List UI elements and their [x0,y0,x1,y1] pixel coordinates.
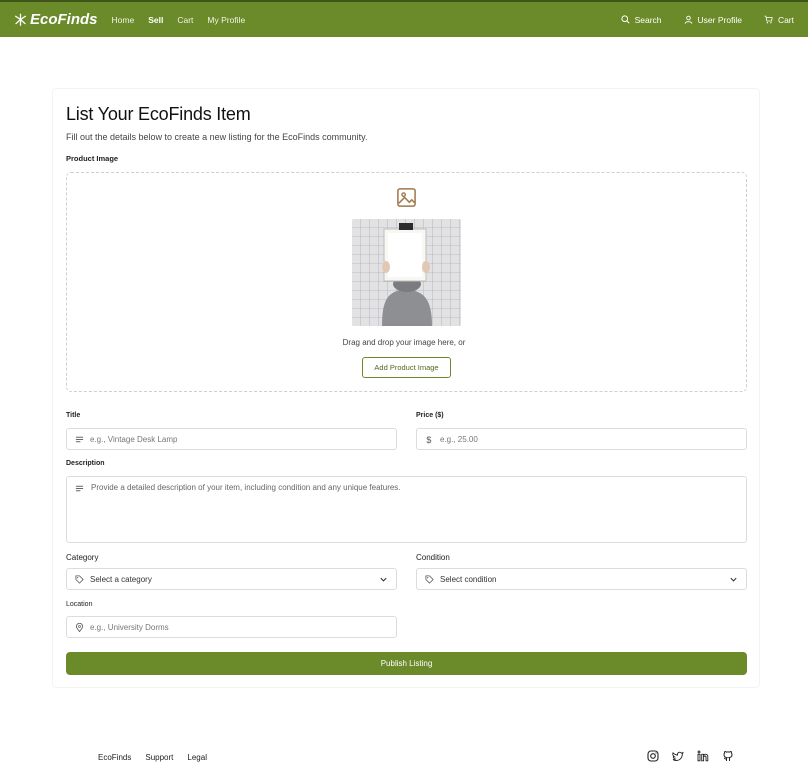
category-placeholder: Select a category [90,574,152,584]
main-nav: Home Sell Cart My Profile [112,15,246,25]
chevron-down-icon [380,577,387,582]
nav-my-profile[interactable]: My Profile [207,15,245,25]
map-pin-icon [75,622,84,632]
location-placeholder: e.g., University Dorms [90,622,169,632]
description-placeholder: Provide a detailed description of your i… [91,483,401,492]
price-placeholder: e.g., 25.00 [440,434,478,444]
footer: EcoFinds Support Legal [0,748,808,768]
footer-links: EcoFinds Support Legal [98,753,207,762]
brand-logo[interactable]: EcoFinds [14,11,98,28]
page-subtitle: Fill out the details below to create a n… [66,132,368,142]
publish-listing-button[interactable]: Publish Listing [66,652,747,675]
footer-link-support[interactable]: Support [145,753,173,762]
top-navbar: EcoFinds Home Sell Cart My Profile Searc… [0,0,808,37]
search-icon [621,15,630,24]
text-lines-icon [75,436,84,442]
category-select[interactable]: Select a category [66,568,397,590]
social-links [647,750,734,762]
title-field[interactable]: e.g., Vintage Desk Lamp [66,428,397,450]
svg-text:$: $ [426,435,431,444]
leaf-logo-icon [14,13,27,26]
search-button[interactable]: Search [621,15,662,25]
nav-home[interactable]: Home [112,15,135,25]
github-icon[interactable] [722,750,734,762]
condition-select[interactable]: Select condition [416,568,747,590]
category-label: Category [66,553,99,562]
product-image-label: Product Image [66,154,119,163]
search-label: Search [634,14,662,25]
title-placeholder: e.g., Vintage Desk Lamp [90,434,178,444]
footer-link-ecofinds[interactable]: EcoFinds [98,753,131,762]
tag-icon [75,574,84,584]
footer-link-legal[interactable]: Legal [187,753,207,762]
cart-label: Cart [777,14,794,25]
location-field[interactable]: e.g., University Dorms [66,616,397,638]
condition-placeholder: Select condition [440,574,497,584]
condition-label: Condition [416,553,450,562]
page-title: List Your EcoFinds Item [66,104,251,124]
nav-cart[interactable]: Cart [177,15,193,25]
price-field[interactable]: $ e.g., 25.00 [416,428,747,450]
description-label: Description [66,460,105,467]
user-profile-button[interactable]: User Profile [684,15,742,25]
tag-icon [425,574,434,584]
product-image-preview [352,219,461,326]
title-label: Title [66,412,81,419]
description-field[interactable]: Provide a detailed description of your i… [66,476,747,543]
user-icon [684,15,692,24]
text-lines-icon [75,485,84,492]
instagram-icon[interactable] [647,750,659,762]
nav-sell[interactable]: Sell [148,15,163,25]
chevron-down-icon [730,577,737,582]
cart-icon [764,15,773,24]
add-product-image-button[interactable]: Add Product Image [362,357,451,378]
linkedin-icon[interactable] [697,750,709,762]
dollar-icon: $ [426,435,431,444]
user-profile-label: User Profile [697,14,742,25]
image-upload-icon [397,188,416,207]
drag-drop-text: Drag and drop your image here, or [342,338,466,347]
twitter-icon[interactable] [672,750,684,762]
location-label: Location [66,601,93,608]
price-label: Price ($) [416,412,444,419]
utility-nav: Search User Profile Cart [621,15,794,25]
brand-name: EcoFinds [30,11,98,28]
cart-button[interactable]: Cart [764,15,794,25]
